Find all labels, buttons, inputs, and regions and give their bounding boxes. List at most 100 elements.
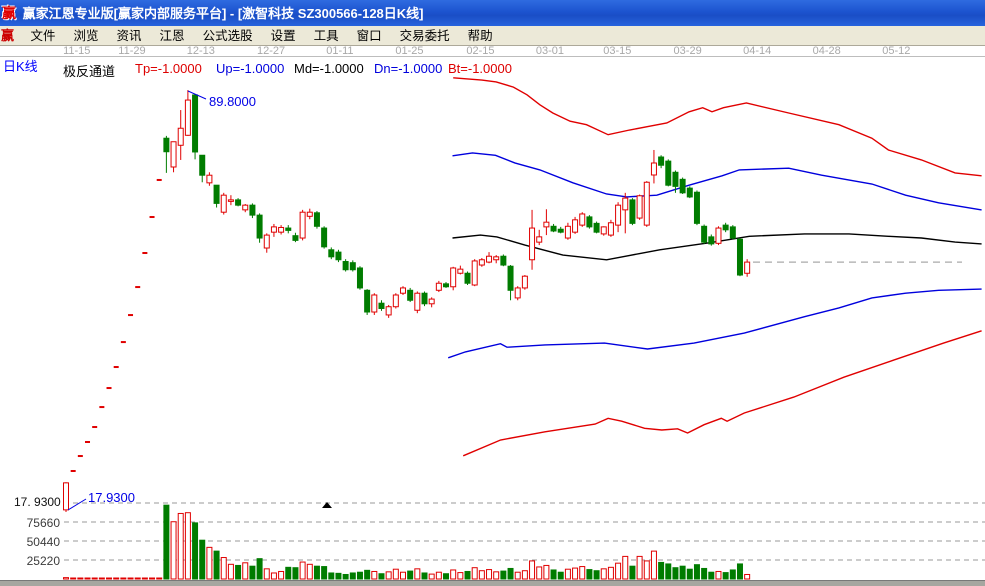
candle-body [278,226,285,233]
volume-bar [736,563,743,580]
candle-body [206,174,213,184]
candle-body [593,222,600,233]
volume-bar [156,577,163,580]
candle-body [249,204,256,216]
date-tick-label: 12-27 [256,45,286,57]
candle-body [385,306,392,316]
date-tick-label: 03-15 [603,45,632,57]
candle-body [263,234,270,249]
channel-line-dn [447,288,982,359]
volume-bar [263,568,270,580]
limit-dash [99,406,105,409]
candle-body [213,184,220,204]
candle-body [686,187,693,198]
volume-bar [98,577,105,580]
volume-bar [464,570,471,580]
volume-bar [371,570,378,580]
volume-bar [134,577,141,580]
volume-bar [450,569,457,580]
candle-body [270,226,277,233]
volume-bar [321,566,328,580]
volume-bar [199,539,206,580]
limit-dash [142,252,148,255]
candle-body [371,294,378,313]
candle-body [335,251,342,261]
candle-body [378,302,385,309]
volume-bar [349,572,356,580]
candle-body [708,236,715,245]
indicator-param[interactable]: Bt=-1.0000 [448,61,512,76]
volume-bar [607,566,614,580]
indicator-param[interactable]: Tp=-1.0000 [135,61,202,76]
volume-bar [141,577,148,580]
candle-body [643,181,650,226]
volume-bar [70,577,77,580]
candle-body [650,162,657,176]
indicator-param[interactable]: Md=-1.0000 [294,61,364,76]
candle-body [356,267,363,289]
price-axis-low-label: 17. 9300 [14,495,61,509]
candle-body [471,260,478,286]
indicator-param[interactable]: Up=-1.0000 [216,61,284,76]
volume-bar [586,569,593,580]
volume-bar [650,550,657,580]
candle-body [607,222,614,236]
candle-body [306,211,313,217]
volume-bar [435,571,442,580]
volume-bar [285,566,292,580]
date-tick-label: 04-28 [812,45,841,57]
volume-bar [478,570,485,580]
volume-bar [529,560,536,580]
volume-bar [593,570,600,580]
candle-body [227,199,234,202]
candle-body [564,225,571,239]
kline-period-label[interactable]: 日K线 [3,56,38,75]
limit-dash [120,341,126,344]
candle-body [450,267,457,288]
limit-dash [128,314,134,317]
volume-bar [328,572,335,580]
candle-body [399,287,406,294]
volume-bar [557,571,564,580]
volume-bar [306,563,313,580]
candle-body [435,282,442,291]
volume-bar [106,577,113,580]
volume-bar [521,570,528,580]
volume-bar [407,570,414,580]
candle-body [285,227,292,231]
indicator-param[interactable]: Dn=-1.0000 [374,61,442,76]
volume-bar [643,560,650,580]
volume-bar [249,565,256,580]
candle-body [428,298,435,305]
candle-body [443,283,450,288]
volume-axis-label: 50440 [26,534,60,549]
volume-bar [399,571,406,580]
volume-bar [313,565,320,580]
volume-bar [414,568,421,580]
volume-bar [744,573,751,580]
volume-bar [192,522,199,580]
candle-body [636,195,643,219]
volume-bar [77,577,84,580]
date-tick-label: 01-25 [395,45,424,57]
candle-body [256,214,263,239]
volume-bar [91,577,98,580]
volume-bar [600,568,607,580]
app-window: 89.8000 17.9300 赢 赢家江恩专业版[赢家内部服务平台] - [激智… [0,0,985,586]
candle-body [170,141,177,168]
candle-body [701,225,708,243]
volume-bar [543,564,550,580]
kline-chart-canvas[interactable]: 89.8000 17.9300 [0,0,985,586]
candle-body [586,216,593,228]
volume-bar [256,558,263,580]
channel-line-up [452,152,982,211]
candle-body [184,99,191,136]
indicator-name[interactable]: 极反通道 [63,61,115,80]
volume-bar [701,567,708,580]
kline-chart[interactable]: 89.8000 17.9300 [0,0,985,586]
volume-bar [686,568,693,580]
candle-body [715,227,722,244]
volume-bar [356,571,363,580]
low-annotation-leader [67,498,87,511]
volume-bar [693,564,700,580]
